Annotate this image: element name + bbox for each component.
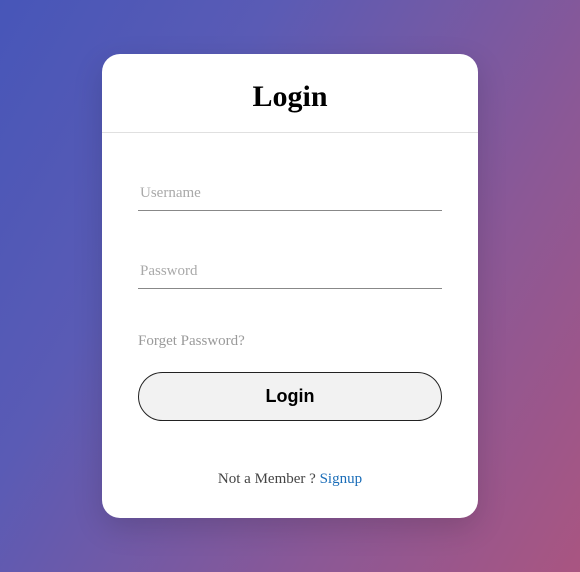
signup-link[interactable]: Signup [320,471,363,487]
card-body: Forget Password? Login [102,133,478,447]
page-title: Login [102,80,478,114]
login-card: Login Forget Password? Login Not a Membe… [102,54,478,518]
not-member-text: Not a Member ? [218,471,320,487]
forgot-password-link[interactable]: Forget Password? [138,333,442,350]
signup-footer: Not a Member ? Signup [102,447,478,518]
username-input[interactable] [138,177,442,211]
card-header: Login [102,54,478,133]
login-button[interactable]: Login [138,372,442,421]
password-input[interactable] [138,255,442,289]
